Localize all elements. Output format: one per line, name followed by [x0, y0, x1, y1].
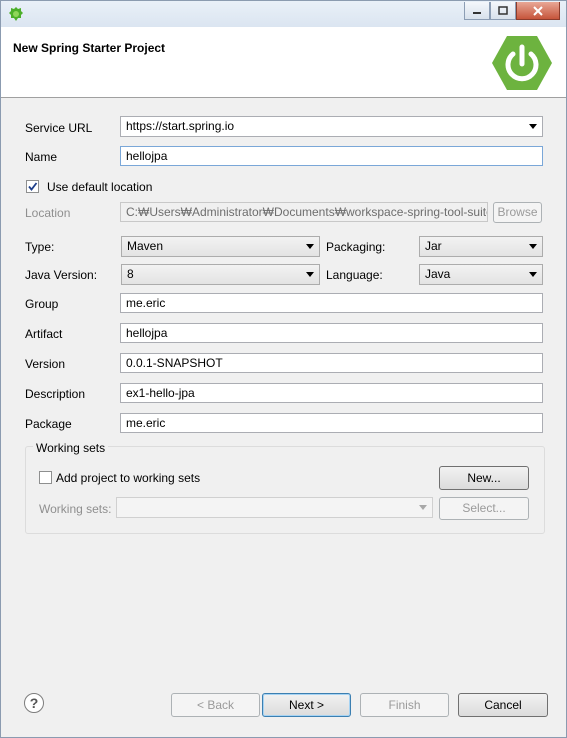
packaging-select[interactable]: Jar [419, 236, 543, 257]
working-sets-group [25, 446, 545, 534]
artifact-input[interactable]: hellojpa [120, 323, 543, 343]
chevron-down-icon [529, 124, 537, 129]
back-button[interactable]: < Back [171, 693, 260, 717]
browse-button[interactable]: Browse [493, 202, 542, 223]
maximize-icon [498, 6, 508, 15]
next-button[interactable]: Next > [262, 693, 351, 717]
close-button[interactable] [516, 2, 560, 20]
java-version-select[interactable]: 8 [121, 264, 320, 285]
name-label: Name [25, 150, 58, 164]
packaging-value: Jar [425, 239, 442, 253]
new-working-set-button[interactable]: New... [439, 466, 529, 490]
version-label: Version [25, 357, 66, 371]
java-version-value: 8 [127, 267, 134, 281]
name-input[interactable]: hellojpa [120, 146, 543, 166]
working-sets-select[interactable] [116, 497, 433, 518]
dialog-window: New Spring Starter Project Service URL h… [0, 0, 567, 738]
title-bar [1, 1, 566, 27]
chevron-down-icon [529, 272, 537, 277]
language-value: Java [425, 267, 451, 281]
language-select[interactable]: Java [419, 264, 543, 285]
chevron-down-icon [529, 244, 537, 249]
header-banner: New Spring Starter Project [1, 27, 566, 98]
spring-boot-logo-icon [492, 36, 552, 90]
dialog-title: New Spring Starter Project [13, 41, 166, 55]
chevron-down-icon [306, 272, 314, 277]
version-input[interactable]: 0.0.1-SNAPSHOT [120, 353, 543, 373]
sts-leaf-icon [9, 7, 23, 21]
working-sets-label: Working sets: [39, 502, 112, 516]
type-value: Maven [127, 239, 164, 253]
artifact-label: Artifact [25, 327, 63, 341]
finish-button[interactable]: Finish [360, 693, 449, 717]
minimize-icon [473, 11, 481, 14]
service-url-label: Service URL [25, 121, 93, 135]
use-default-location-checkbox[interactable] [26, 180, 39, 193]
add-to-working-sets-checkbox[interactable] [39, 471, 52, 484]
location-input[interactable]: C:₩Users₩Administrator₩Documents₩workspa… [120, 202, 488, 222]
maximize-button[interactable] [490, 2, 516, 20]
location-label: Location [25, 206, 71, 220]
group-label: Group [25, 297, 59, 311]
type-select[interactable]: Maven [121, 236, 320, 257]
select-working-sets-button[interactable]: Select... [439, 497, 529, 520]
package-label: Package [25, 417, 72, 431]
checkmark-icon [28, 182, 38, 191]
java-version-label: Java Version: [25, 268, 98, 282]
close-icon [533, 5, 543, 16]
add-to-working-sets-label: Add project to working sets [56, 471, 201, 485]
group-input[interactable]: me.eric [120, 293, 543, 313]
packaging-label: Packaging: [326, 240, 386, 254]
help-icon[interactable]: ? [24, 693, 44, 713]
description-label: Description [25, 387, 86, 401]
language-label: Language: [326, 268, 383, 282]
description-input[interactable]: ex1-hello-jpa [120, 383, 543, 403]
service-url-combo[interactable]: https://start.spring.io [120, 116, 543, 137]
chevron-down-icon [306, 244, 314, 249]
working-sets-group-title: Working sets [33, 441, 109, 455]
cancel-button[interactable]: Cancel [458, 693, 548, 717]
type-label: Type: [25, 240, 55, 254]
service-url-value: https://start.spring.io [126, 119, 235, 133]
package-input[interactable]: me.eric [120, 413, 543, 433]
use-default-location-label: Use default location [47, 180, 153, 194]
chevron-down-icon [419, 505, 427, 510]
minimize-button[interactable] [464, 2, 490, 20]
